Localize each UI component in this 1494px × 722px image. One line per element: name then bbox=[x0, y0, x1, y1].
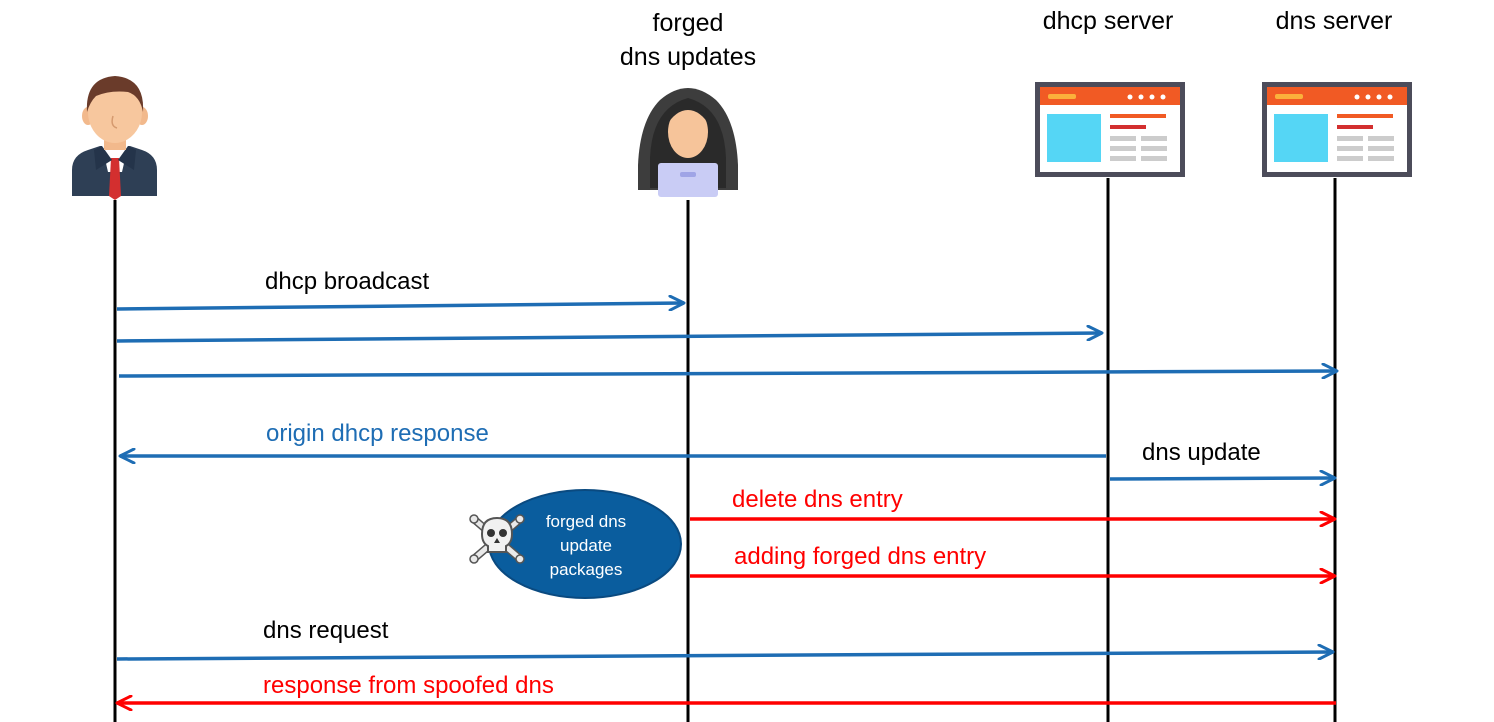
label-dns-request: dns request bbox=[263, 617, 389, 644]
bubble-label-line-1: forged dns bbox=[545, 512, 627, 531]
dhcp-server-header: dhcp server bbox=[1042, 7, 1174, 35]
hacker-icon bbox=[638, 88, 738, 197]
arrow-dhcp-broadcast-to-attacker bbox=[116, 303, 684, 309]
sequence-diagram: forged dns updates dhcp server dns serve… bbox=[0, 0, 1494, 722]
bubble-label: forged dns update packages bbox=[506, 510, 666, 582]
server-icon bbox=[1262, 82, 1412, 177]
server-icon bbox=[1035, 82, 1185, 177]
label-dhcp-broadcast: dhcp broadcast bbox=[265, 268, 430, 295]
label-delete-dns-entry: delete dns entry bbox=[732, 486, 903, 513]
attacker-header-line-2: dns updates bbox=[619, 43, 757, 71]
arrow-dhcp-broadcast-to-dhcp-server bbox=[116, 333, 1102, 343]
attacker-header-line-1: forged bbox=[652, 9, 724, 37]
label-response-from-spoofed-dns: response from spoofed dns bbox=[263, 672, 554, 699]
dns-server-header: dns server bbox=[1275, 7, 1393, 35]
bubble-label-line-3: packages bbox=[549, 560, 623, 579]
user-icon bbox=[72, 76, 157, 200]
attacker-header: forged dns updates bbox=[588, 6, 788, 74]
bubble-label-line-2: update bbox=[560, 536, 612, 555]
diagram-canvas bbox=[72, 76, 1412, 722]
label-dns-update: dns update bbox=[1142, 439, 1261, 466]
label-origin-dhcp-response: origin dhcp response bbox=[266, 420, 489, 447]
arrow-dns-update bbox=[1109, 478, 1335, 479]
label-adding-forged-dns-entry: adding forged dns entry bbox=[734, 543, 987, 570]
arrow-dns-request bbox=[116, 652, 1333, 661]
arrow-dhcp-broadcast-to-dns-server bbox=[118, 371, 1337, 376]
